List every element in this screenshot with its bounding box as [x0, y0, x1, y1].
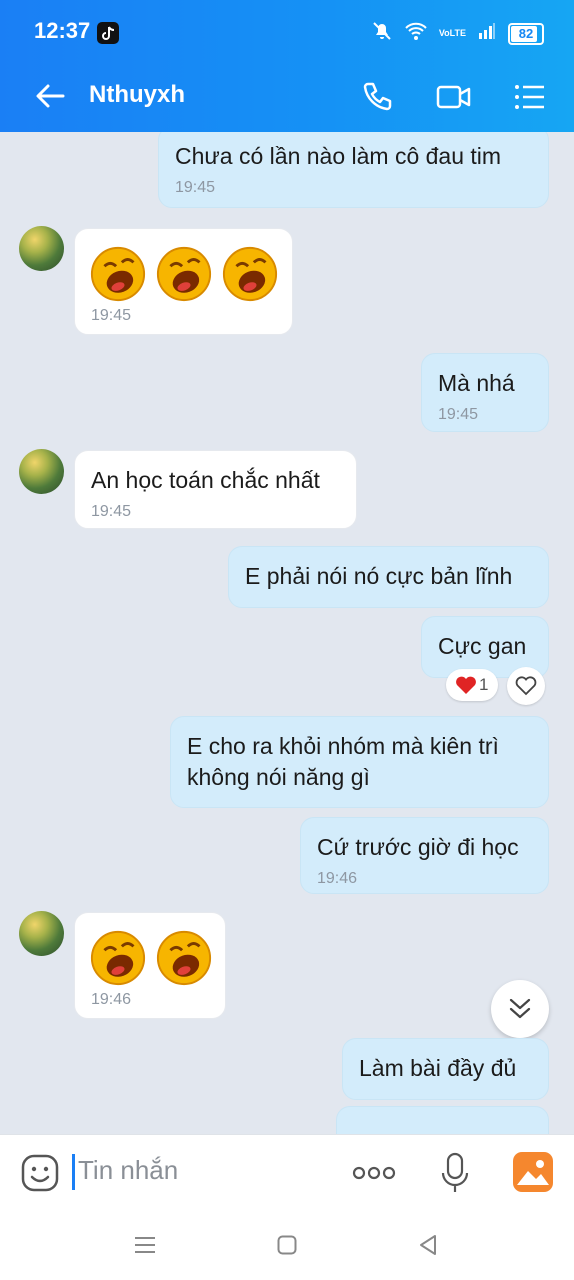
react-heart-button[interactable] — [507, 667, 545, 705]
phone-icon[interactable] — [360, 80, 394, 119]
scroll-to-bottom-button[interactable] — [491, 980, 549, 1038]
laughing-emoji-icon — [156, 246, 212, 302]
reaction-summary[interactable]: 1 — [446, 669, 498, 701]
message-time: 19:46 — [317, 870, 358, 887]
message-time: 19:45 — [175, 179, 216, 196]
text-cursor — [72, 1154, 75, 1190]
tiktok-notification-icon — [97, 22, 119, 44]
message-bubble-incoming[interactable]: An học toán chắc nhất 19:45 — [74, 450, 357, 529]
message-time: 19:46 — [91, 991, 132, 1008]
message-list[interactable]: Chưa có lần nào làm cô đau tim 19:45 19:… — [0, 132, 574, 1134]
message-bubble-outgoing[interactable]: Mà nhá 19:45 — [421, 353, 549, 432]
home-icon[interactable] — [277, 1235, 297, 1260]
image-icon[interactable] — [512, 1151, 554, 1198]
message-input[interactable]: Tin nhắn — [78, 1155, 178, 1186]
laughing-emoji-icon — [90, 246, 146, 302]
signal-icon — [478, 22, 496, 45]
message-text: Chưa có lần nào làm cô đau tim — [175, 143, 502, 169]
message-text: Cực gan — [438, 633, 527, 659]
message-input-bar: Tin nhắn — [0, 1134, 574, 1210]
system-navigation-bar — [0, 1210, 574, 1280]
battery-level: 82 — [518, 25, 534, 41]
message-bubble-outgoing[interactable]: Cứ trước giờ đi học 19:46 — [300, 817, 549, 894]
message-text: Mà nhá — [438, 370, 515, 396]
back-arrow-icon[interactable] — [34, 80, 66, 117]
laughing-emoji-icon — [222, 246, 278, 302]
heart-outline-icon — [515, 676, 537, 696]
laughing-emoji-icon — [90, 930, 146, 986]
message-bubble-incoming[interactable]: 19:46 — [74, 912, 226, 1019]
message-text: An học toán chắc nhất — [91, 467, 320, 493]
contact-avatar[interactable] — [19, 911, 64, 956]
battery-icon: 82 — [508, 22, 544, 45]
wifi-icon — [405, 21, 427, 46]
message-bubble-incoming[interactable]: 19:45 — [74, 228, 293, 335]
heart-reaction-icon — [456, 676, 476, 694]
contact-avatar[interactable] — [19, 226, 64, 271]
video-call-icon[interactable] — [436, 80, 472, 119]
contact-avatar[interactable] — [19, 449, 64, 494]
contact-name[interactable]: Nthuyxh — [89, 81, 185, 109]
laughing-emoji-icon — [156, 930, 212, 986]
message-text: E phải nói nó cực bản lĩnh — [245, 563, 513, 589]
message-bubble-outgoing[interactable]: E cho ra khỏi nhóm mà kiên trì không nói… — [170, 716, 549, 808]
message-bubble-outgoing[interactable]: E phải nói nó cực bản lĩnh — [228, 546, 549, 608]
voice-icon[interactable] — [440, 1151, 470, 1200]
message-text-line: E cho ra khỏi nhóm mà kiên trì — [187, 733, 499, 759]
recent-apps-icon[interactable] — [134, 1235, 156, 1260]
message-bubble-outgoing[interactable]: Làm bài đầy đủ — [342, 1038, 549, 1100]
chat-header: Nthuyxh — [0, 64, 574, 130]
menu-icon[interactable] — [513, 80, 547, 119]
reaction-count: 1 — [479, 675, 489, 694]
volte-label: VoLTE — [438, 28, 466, 38]
status-bar: 12:37 VoLTE 82 — [0, 0, 574, 64]
status-icons: VoLTE 82 — [371, 20, 544, 47]
message-bubble-outgoing-partial[interactable] — [336, 1106, 549, 1134]
top-bar: 12:37 VoLTE 82 Nthuyxh — [0, 0, 574, 132]
message-text: Cứ trước giờ đi học — [317, 834, 519, 860]
message-text: Làm bài đầy đủ — [359, 1055, 517, 1081]
status-time: 12:37 — [34, 18, 91, 43]
message-text-line: không nói năng gì — [187, 764, 370, 790]
more-icon[interactable] — [352, 1165, 396, 1186]
message-time: 19:45 — [91, 503, 132, 520]
double-chevron-down-icon — [509, 998, 531, 1019]
back-nav-icon[interactable] — [418, 1234, 438, 1261]
sticker-icon[interactable] — [20, 1153, 60, 1198]
message-bubble-outgoing[interactable]: Chưa có lần nào làm cô đau tim 19:45 — [158, 132, 549, 208]
message-time: 19:45 — [91, 307, 132, 324]
message-time: 19:45 — [438, 406, 479, 423]
mute-icon — [371, 20, 393, 47]
